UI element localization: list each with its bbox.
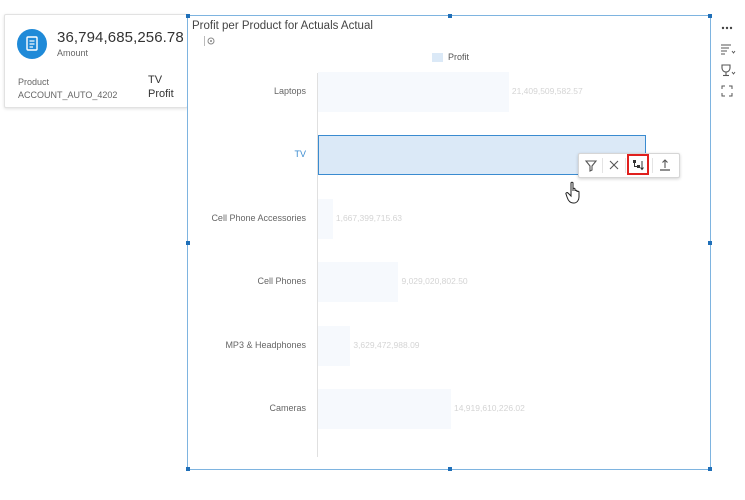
chart-widget[interactable]: Profit per Product for Actuals Actual Pr… [186,14,712,471]
resize-handle-bottom-right[interactable] [708,467,712,471]
resize-handle-top-right[interactable] [708,14,712,18]
subtitle-settings-icon[interactable] [207,37,215,45]
toolbar-separator [602,158,603,173]
chart-title[interactable]: Profit per Product for Actuals Actual [192,20,373,32]
legend-swatch-profit [432,53,443,62]
upload-icon[interactable] [656,157,674,174]
filter-icon[interactable] [582,157,600,174]
resize-handle-left[interactable] [186,241,190,245]
resize-handle-bottom-left[interactable] [186,467,190,471]
resize-handle-top-left[interactable] [186,14,190,18]
tooltip-amount-value: 36,794,685,256.78 [57,29,184,46]
bar[interactable] [318,325,351,366]
hand-cursor-icon [565,181,580,204]
fullscreen-icon[interactable] [716,82,738,100]
resize-handle-top[interactable] [448,14,452,18]
bar[interactable] [318,72,509,112]
bar-value-label: 3,629,472,988.09 [353,339,420,350]
toolbar-separator [625,158,626,173]
data-point-tooltip: 36,794,685,256.78 Amount Product ACCOUNT… [4,14,188,108]
bar-value-label: 9,029,020,802.50 [401,276,468,287]
tooltip-measure-value: Profit [148,88,174,100]
tooltip-badge [17,29,47,59]
more-options-icon[interactable] [716,19,738,37]
bar-value-label: 21,409,509,582.57 [511,86,583,96]
title-caret [204,36,205,46]
legend-label-profit: Profit [448,52,470,62]
document-icon [26,36,38,51]
resize-handle-right[interactable] [708,241,712,245]
category-label[interactable]: Cell Phones [257,276,306,286]
bar[interactable] [318,389,451,429]
tooltip-dimension-value: TV [148,74,163,86]
data-point-context-toolbar [578,153,680,178]
sort-icon[interactable] [716,40,738,58]
category-label[interactable]: Cameras [269,403,306,413]
category-label[interactable]: TV [294,149,306,159]
category-label[interactable]: Cell Phone Accessories [211,213,306,223]
bar[interactable] [318,262,399,303]
tooltip-dimension-label: Product [18,77,50,87]
ranking-icon[interactable] [716,61,738,79]
bar-value-label: 14,919,610,226.02 [453,403,525,413]
bar[interactable] [318,198,333,239]
toolbar-separator [652,158,653,173]
bar-value-label: 1,667,399,715.63 [335,212,403,223]
category-label[interactable]: MP3 & Headphones [225,340,306,350]
drill-down-highlight [627,154,649,175]
category-label[interactable]: Laptops [274,86,306,96]
exclude-icon[interactable] [605,157,623,174]
resize-handle-bottom[interactable] [448,467,452,471]
tooltip-dimension-id: ACCOUNT_AUTO_4202 [18,90,118,100]
tooltip-amount-label: Amount [57,48,89,58]
